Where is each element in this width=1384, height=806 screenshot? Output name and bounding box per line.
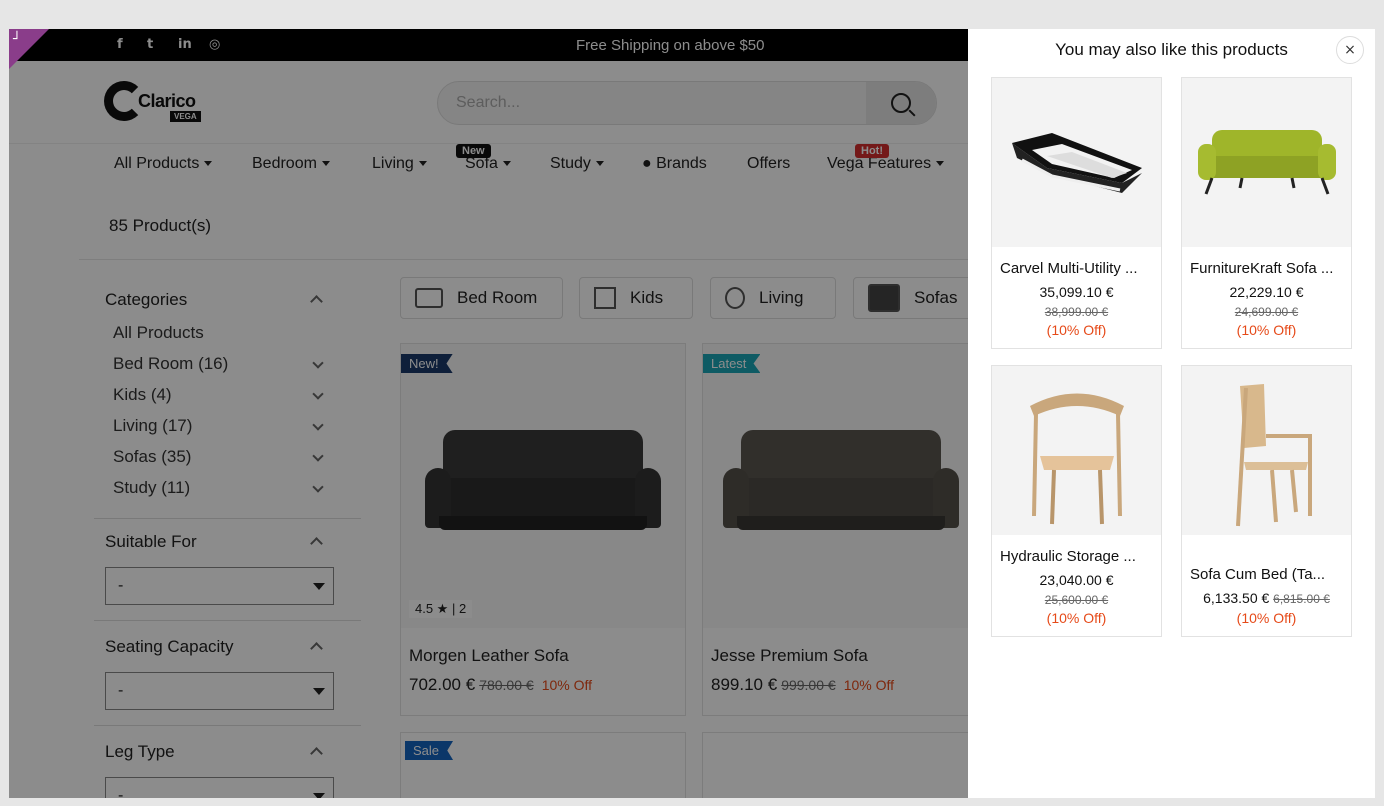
- close-button[interactable]: ×: [1336, 36, 1364, 64]
- old-price: 25,600.00 €: [1044, 593, 1109, 607]
- old-price: 24,699.00 €: [1234, 305, 1299, 319]
- discount: (10% Off): [1236, 610, 1297, 626]
- recommended-product-card[interactable]: Hydraulic Storage ... 23,040.00 € 25,600…: [991, 365, 1162, 637]
- price: 22,229.10 €: [1229, 284, 1304, 300]
- discount: (10% Off): [1236, 322, 1297, 338]
- price: 23,040.00 €: [1039, 572, 1114, 588]
- price: 6,133.50 €: [1203, 590, 1270, 606]
- product-name[interactable]: FurnitureKraft Sofa ...: [1182, 260, 1351, 277]
- close-icon: ×: [1344, 42, 1356, 58]
- drawer-title: You may also like this products: [1055, 40, 1288, 59]
- recommended-product-card[interactable]: FurnitureKraft Sofa ... 22,229.10 € 24,6…: [1181, 77, 1352, 349]
- recommended-product-card[interactable]: Carvel Multi-Utility ... 35,099.10 € 38,…: [991, 77, 1162, 349]
- product-image[interactable]: [1182, 78, 1351, 247]
- product-image[interactable]: [992, 366, 1161, 535]
- browser-viewport: ┘ f t in ◎ Free Shipping on above $50 Cl…: [9, 29, 1375, 798]
- round-chair-icon: [1030, 393, 1124, 525]
- product-name[interactable]: Hydraulic Storage ...: [992, 548, 1161, 565]
- old-price: 6,815.00 €: [1273, 592, 1330, 606]
- recommended-product-card[interactable]: Sofa Cum Bed (Ta... 6,133.50 € 6,815.00 …: [1181, 365, 1352, 637]
- product-image[interactable]: [992, 78, 1161, 247]
- product-price: 6,133.50 € 6,815.00 €: [1182, 590, 1351, 606]
- corner-arrow-icon: ┘: [13, 32, 21, 47]
- old-price: 38,999.00 €: [1044, 305, 1109, 319]
- product-image[interactable]: [1182, 366, 1351, 535]
- price: 35,099.10 €: [1039, 284, 1114, 300]
- discount: (10% Off): [1046, 610, 1107, 626]
- armchair-icon: [1236, 384, 1312, 527]
- product-name[interactable]: Sofa Cum Bed (Ta...: [1182, 566, 1351, 583]
- product-name[interactable]: Carvel Multi-Utility ...: [992, 260, 1161, 277]
- green-sofa-icon: [1198, 130, 1336, 195]
- discount: (10% Off): [1046, 322, 1107, 338]
- recommendations-drawer: You may also like this products × Carvel…: [968, 29, 1375, 798]
- modal-backdrop[interactable]: [9, 29, 968, 798]
- bed-icon: [1012, 133, 1142, 193]
